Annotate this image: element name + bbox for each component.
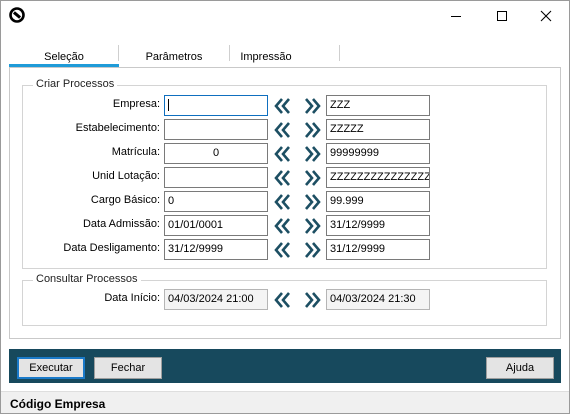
status-bar: Código Empresa	[1, 391, 569, 413]
field-label: Data Desligamento:	[63, 242, 160, 254]
double-chevron-left-icon[interactable]	[272, 289, 294, 310]
to-value: 04/03/2024 21:30	[330, 293, 416, 305]
double-chevron-left-icon[interactable]	[272, 143, 294, 164]
double-chevron-right-icon[interactable]	[301, 95, 323, 116]
to-field[interactable]: 31/12/9999	[326, 239, 430, 260]
from-field[interactable]: 01/01/0001	[164, 215, 268, 236]
from-field[interactable]	[164, 167, 268, 188]
double-chevron-right-icon[interactable]	[301, 119, 323, 140]
tab-strip: Seleção Parâmetros Impressão	[9, 45, 561, 67]
from-value: 04/03/2024 21:00	[168, 293, 254, 305]
ajuda-button[interactable]: Ajuda	[486, 357, 554, 379]
maximize-icon	[497, 11, 507, 21]
double-chevron-left-icon[interactable]	[272, 239, 294, 260]
from-field[interactable]: 04/03/2024 21:00	[164, 289, 268, 310]
field-row: Cargo Básico: 0 99.999	[23, 191, 543, 212]
to-value: ZZZZZZZZZZZZZZZZZZZZ	[330, 171, 430, 183]
field-row: Unid Lotação: ZZZZZZZZZZZZZZZZZZZZ	[23, 167, 543, 188]
button-label: Ajuda	[505, 362, 535, 374]
close-icon	[540, 10, 552, 22]
tab-label: Impressão	[240, 51, 292, 63]
from-field[interactable]	[164, 95, 268, 116]
to-field[interactable]: 99.999	[326, 191, 430, 212]
from-value: 31/12/9999	[168, 243, 224, 255]
from-value: 0	[212, 147, 220, 159]
field-label: Estabelecimento:	[75, 122, 160, 134]
field-label: Matrícula:	[111, 146, 160, 158]
double-chevron-right-icon[interactable]	[301, 143, 323, 164]
group-title: Criar Processos	[33, 78, 118, 90]
field-label: Empresa:	[112, 98, 160, 110]
field-label: Unid Lotação:	[92, 170, 160, 182]
double-chevron-left-icon[interactable]	[272, 167, 294, 188]
selection-panel: Criar Processos Empresa: ZZZ Estabelecimen…	[9, 67, 561, 339]
field-label: Data Início:	[104, 292, 160, 304]
double-chevron-right-icon[interactable]	[301, 167, 323, 188]
field-row: Empresa: ZZZ	[23, 95, 543, 116]
to-field[interactable]: 31/12/9999	[326, 215, 430, 236]
tab-divider	[339, 45, 340, 61]
to-field[interactable]: 04/03/2024 21:30	[326, 289, 430, 310]
field-row: Data Desligamento: 31/12/9999 31/12/9999	[23, 239, 543, 260]
field-row: Estabelecimento: ZZZZZ	[23, 119, 543, 140]
double-chevron-right-icon[interactable]	[301, 191, 323, 212]
tab-selecao[interactable]: Seleção	[9, 45, 119, 67]
to-value: ZZZ	[330, 99, 351, 111]
field-row: Matrícula: 0 99999999	[23, 143, 543, 164]
from-value: 01/01/0001	[168, 219, 224, 231]
executar-button[interactable]: Executar	[17, 357, 85, 379]
button-label: Fechar	[110, 362, 146, 374]
double-chevron-left-icon[interactable]	[272, 95, 294, 116]
to-field[interactable]: 99999999	[326, 143, 430, 164]
application-window: Seleção Parâmetros Impressão Criar Proce…	[0, 0, 570, 414]
double-chevron-right-icon[interactable]	[301, 215, 323, 236]
double-chevron-left-icon[interactable]	[272, 119, 294, 140]
tab-impressao[interactable]: Impressão	[229, 45, 303, 67]
tab-label: Parâmetros	[145, 51, 203, 63]
action-bar: Executar Fechar Ajuda	[9, 349, 561, 383]
double-chevron-right-icon[interactable]	[301, 289, 323, 310]
field-label: Cargo Básico:	[90, 194, 160, 206]
status-text: Código Empresa	[10, 397, 106, 411]
maximize-button[interactable]	[479, 1, 525, 31]
app-logo-icon	[9, 7, 25, 23]
minimize-icon	[451, 16, 461, 17]
criar-processos-group: Criar Processos Empresa: ZZZ Estabelecimen…	[22, 78, 547, 269]
double-chevron-right-icon[interactable]	[301, 239, 323, 260]
fechar-button[interactable]: Fechar	[94, 357, 162, 379]
double-chevron-left-icon[interactable]	[272, 215, 294, 236]
group-title: Consultar Processos	[33, 273, 141, 285]
minimize-button[interactable]	[433, 1, 479, 31]
to-value: 31/12/9999	[330, 219, 386, 231]
to-field[interactable]: ZZZ	[326, 95, 430, 116]
field-row: Data Admissão: 01/01/0001 31/12/9999	[23, 215, 543, 236]
to-field[interactable]: ZZZZZ	[326, 119, 430, 140]
from-value: 0	[168, 195, 175, 207]
from-field[interactable]	[164, 119, 268, 140]
to-value: 31/12/9999	[330, 243, 386, 255]
to-field[interactable]: ZZZZZZZZZZZZZZZZZZZZ	[326, 167, 430, 188]
to-value: ZZZZZ	[330, 123, 364, 135]
field-row: Data Início: 04/03/2024 21:00 04/03/2024 2…	[23, 289, 543, 310]
button-label: Executar	[29, 362, 73, 374]
text-caret	[168, 99, 169, 112]
consultar-processos-group: Consultar Processos Data Início: 04/03/20…	[22, 273, 547, 326]
close-button[interactable]	[523, 1, 569, 31]
title-bar	[1, 1, 569, 31]
to-value: 99999999	[330, 147, 379, 159]
tab-label: Seleção	[44, 51, 84, 63]
to-value: 99.999	[330, 195, 364, 207]
field-label: Data Admissão:	[82, 218, 160, 230]
from-field[interactable]: 0	[164, 191, 268, 212]
from-field[interactable]: 31/12/9999	[164, 239, 268, 260]
tab-parametros[interactable]: Parâmetros	[119, 45, 229, 67]
double-chevron-left-icon[interactable]	[272, 191, 294, 212]
from-field[interactable]: 0	[164, 143, 268, 164]
